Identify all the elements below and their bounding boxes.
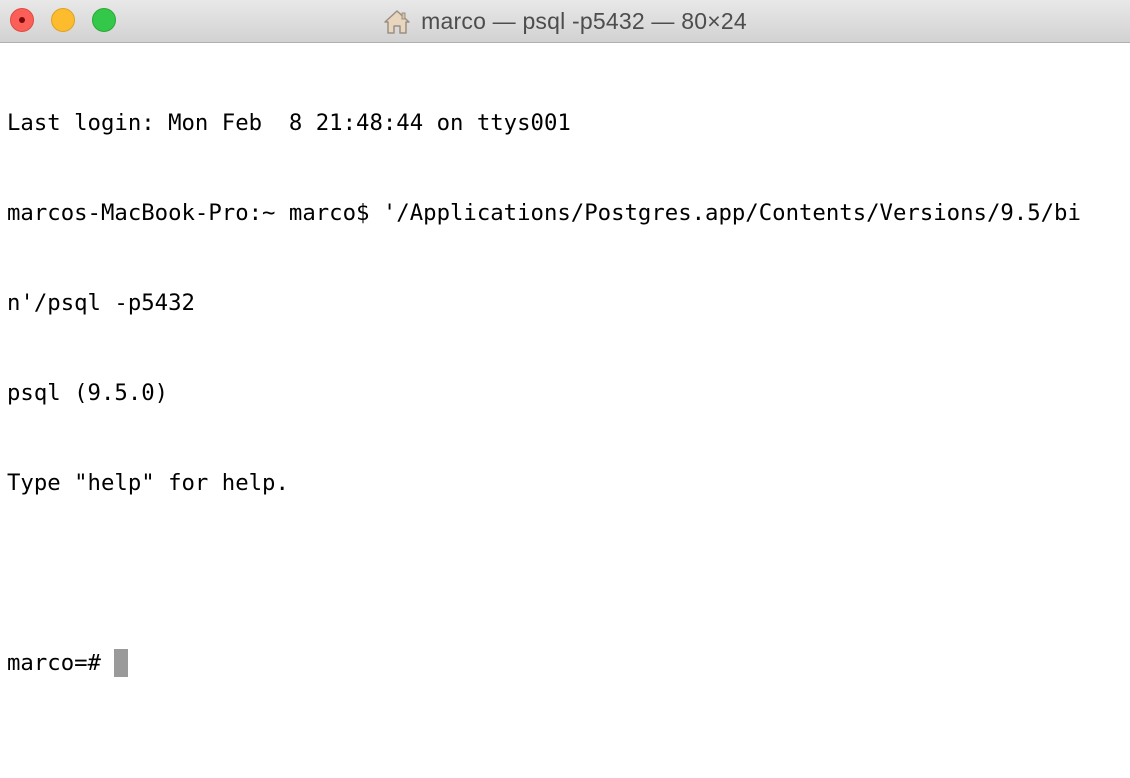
terminal-line: Type "help" for help. bbox=[7, 470, 289, 496]
terminal-window: marco — psql -p5432 — 80×24 Last login: … bbox=[0, 0, 1130, 778]
window-title-container: marco — psql -p5432 — 80×24 bbox=[0, 0, 1130, 43]
psql-prompt: marco=# bbox=[7, 650, 115, 676]
terminal-line: marcos-MacBook-Pro:~ marco$ '/Applicatio… bbox=[7, 200, 1081, 226]
window-title: marco — psql -p5432 — 80×24 bbox=[421, 8, 747, 34]
terminal-line: Last login: Mon Feb 8 21:48:44 on ttys00… bbox=[7, 110, 571, 136]
home-icon bbox=[383, 9, 411, 35]
terminal-line: n'/psql -p5432 bbox=[7, 290, 195, 316]
terminal-line: psql (9.5.0) bbox=[7, 380, 169, 406]
terminal-output[interactable]: Last login: Mon Feb 8 21:48:44 on ttys00… bbox=[7, 48, 1130, 778]
text-cursor bbox=[114, 649, 129, 677]
prompt-line[interactable]: marco=# bbox=[7, 648, 1130, 678]
title-bar[interactable]: marco — psql -p5432 — 80×24 bbox=[0, 0, 1130, 43]
